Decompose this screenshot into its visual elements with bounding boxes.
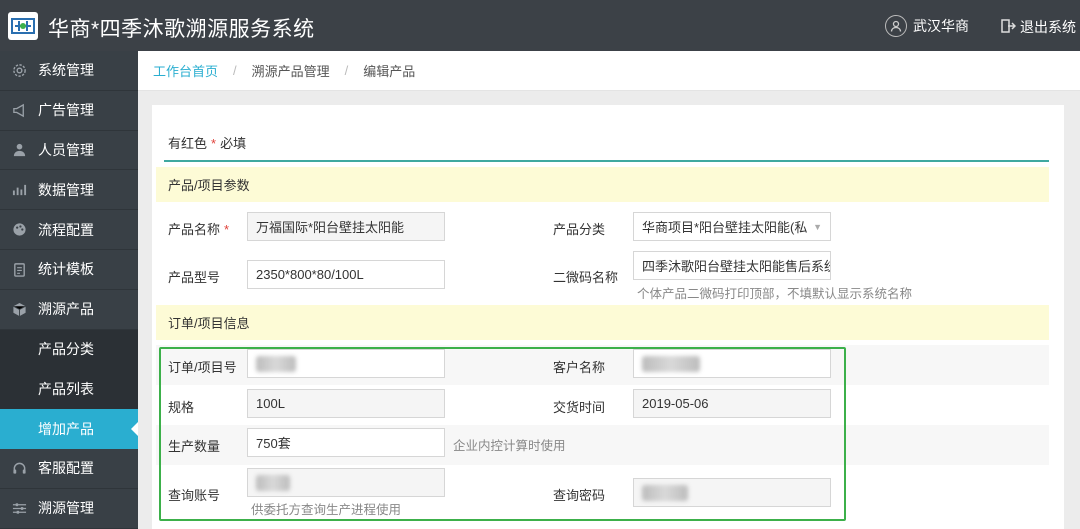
product-category-value: 华商项目*阳台壁挂太阳能(私	[642, 220, 808, 235]
clipboard-icon	[10, 260, 28, 278]
sidebar-item-stats-template[interactable]: 统计模板	[0, 250, 138, 290]
query-account-hint: 供委托方查询生产进程使用	[251, 503, 402, 517]
sidebar-item-label: 溯源产品	[38, 301, 94, 318]
blurred-value	[256, 474, 290, 491]
user-icon	[885, 15, 907, 37]
quantity-label: 生产数量	[168, 439, 221, 454]
sidebar-subitem-product-list[interactable]: 产品列表	[0, 369, 138, 410]
sidebar-item-label: 流程配置	[38, 221, 94, 238]
quantity-hint: 企业内控计算时使用	[453, 439, 566, 453]
qrcode-name-field[interactable]: 四季沐歌阳台壁挂太阳能售后系统	[633, 251, 831, 280]
user-menu[interactable]: 武汉华商	[885, 15, 969, 37]
sidebar: 系统管理 广告管理 人员管理 数据管理 流程配置 统计模板 溯源产品 产品分类 …	[0, 51, 138, 529]
order-no-label: 订单/项目号	[168, 360, 237, 375]
spec-field[interactable]: 100L	[247, 389, 445, 418]
blurred-value	[642, 355, 700, 372]
top-header: 华商*四季沐歌溯源服务系统 武汉华商 退出系统	[0, 0, 1080, 51]
customer-name-field[interactable]	[633, 349, 831, 378]
product-form-panel: 有红色 * 必填 产品/项目参数 产品名称 * 万福国际*阳台壁挂太阳能 产品分类 华…	[152, 105, 1064, 529]
palette-icon	[10, 221, 28, 239]
required-star: *	[224, 222, 230, 237]
sidebar-item-label: 系统管理	[38, 62, 94, 79]
breadcrumb-level1[interactable]: 溯源产品管理	[252, 61, 330, 80]
sidebar-item-trace-manage[interactable]: 溯源管理	[0, 489, 138, 529]
sidebar-subitem-add-product[interactable]: 增加产品	[0, 409, 138, 449]
quantity-field[interactable]: 750套	[247, 428, 445, 457]
order-no-field[interactable]	[247, 349, 445, 378]
sliders-icon	[10, 499, 28, 517]
chevron-down-icon: ▼	[813, 221, 822, 232]
blurred-value	[642, 484, 688, 501]
product-name-label-text: 产品名称	[168, 222, 221, 237]
product-model-label: 产品型号	[168, 270, 221, 285]
required-star: *	[211, 136, 217, 151]
divider	[164, 160, 1049, 162]
product-category-select[interactable]: 华商项目*阳台壁挂太阳能(私 ▼	[633, 212, 831, 241]
sidebar-item-system[interactable]: 系统管理	[0, 51, 138, 91]
sidebar-item-flow[interactable]: 流程配置	[0, 210, 138, 250]
box-icon	[10, 300, 28, 318]
sidebar-item-customer-service[interactable]: 客服配置	[0, 449, 138, 489]
customer-name-label: 客户名称	[553, 360, 606, 375]
product-category-label: 产品分类	[553, 222, 606, 237]
sidebar-item-staff[interactable]: 人员管理	[0, 131, 138, 171]
product-model-field[interactable]: 2350*800*80/100L	[247, 260, 445, 289]
query-account-field[interactable]	[247, 468, 445, 497]
breadcrumb-separator: /	[344, 63, 349, 78]
spec-label: 规格	[168, 400, 195, 415]
logout-icon	[1000, 18, 1017, 37]
sidebar-item-label: 数据管理	[38, 181, 94, 198]
user-name: 武汉华商	[913, 18, 969, 34]
delivery-time-label: 交货时间	[553, 400, 606, 415]
breadcrumb-separator: /	[233, 63, 237, 78]
sidebar-subitem-label: 增加产品	[38, 421, 94, 438]
delivery-time-field[interactable]: 2019-05-06	[633, 389, 831, 418]
sidebar-item-trace-products[interactable]: 溯源产品	[0, 290, 138, 330]
logout-label: 退出系统	[1020, 19, 1076, 35]
required-note-suffix: 必填	[220, 136, 247, 151]
sidebar-subitem-label: 产品分类	[38, 341, 94, 358]
sidebar-subitem-label: 产品列表	[38, 381, 94, 398]
section-order-info: 订单/项目信息	[156, 305, 1049, 340]
app-title: 华商*四季沐歌溯源服务系统	[48, 18, 315, 41]
chart-icon	[10, 181, 28, 199]
required-note: 有红色 * 必填	[168, 133, 246, 152]
sidebar-item-data[interactable]: 数据管理	[0, 170, 138, 211]
query-password-label: 查询密码	[553, 488, 606, 503]
required-note-prefix: 有红色	[168, 136, 208, 151]
query-password-field[interactable]	[633, 478, 831, 507]
qrcode-name-hint: 个体产品二微码打印顶部，不填默认显示系统名称	[637, 287, 913, 301]
section-product-params: 产品/项目参数	[156, 167, 1049, 202]
qrcode-name-label: 二微码名称	[553, 270, 619, 285]
megaphone-icon	[10, 101, 28, 119]
sidebar-item-label: 客服配置	[38, 460, 94, 477]
gear-icon	[10, 61, 28, 79]
person-icon	[10, 141, 28, 159]
query-account-label: 查询账号	[168, 488, 221, 503]
breadcrumb-current: 编辑产品	[363, 64, 416, 79]
logout-button[interactable]: 退出系统	[1000, 17, 1076, 37]
product-name-field[interactable]: 万福国际*阳台壁挂太阳能	[247, 212, 445, 241]
headset-icon	[10, 459, 28, 477]
app-logo	[8, 12, 38, 40]
blurred-value	[256, 355, 296, 372]
sidebar-subitem-product-category[interactable]: 产品分类	[0, 329, 138, 370]
breadcrumb: 工作台首页 / 溯源产品管理 / 编辑产品	[138, 51, 1080, 91]
sidebar-item-label: 统计模板	[38, 261, 94, 278]
sidebar-item-label: 人员管理	[38, 141, 94, 158]
sidebar-item-ads[interactable]: 广告管理	[0, 91, 138, 131]
product-name-label: 产品名称 *	[168, 219, 233, 238]
sidebar-item-label: 广告管理	[38, 102, 94, 119]
breadcrumb-home[interactable]: 工作台首页	[153, 61, 218, 80]
sidebar-item-label: 溯源管理	[38, 500, 94, 517]
